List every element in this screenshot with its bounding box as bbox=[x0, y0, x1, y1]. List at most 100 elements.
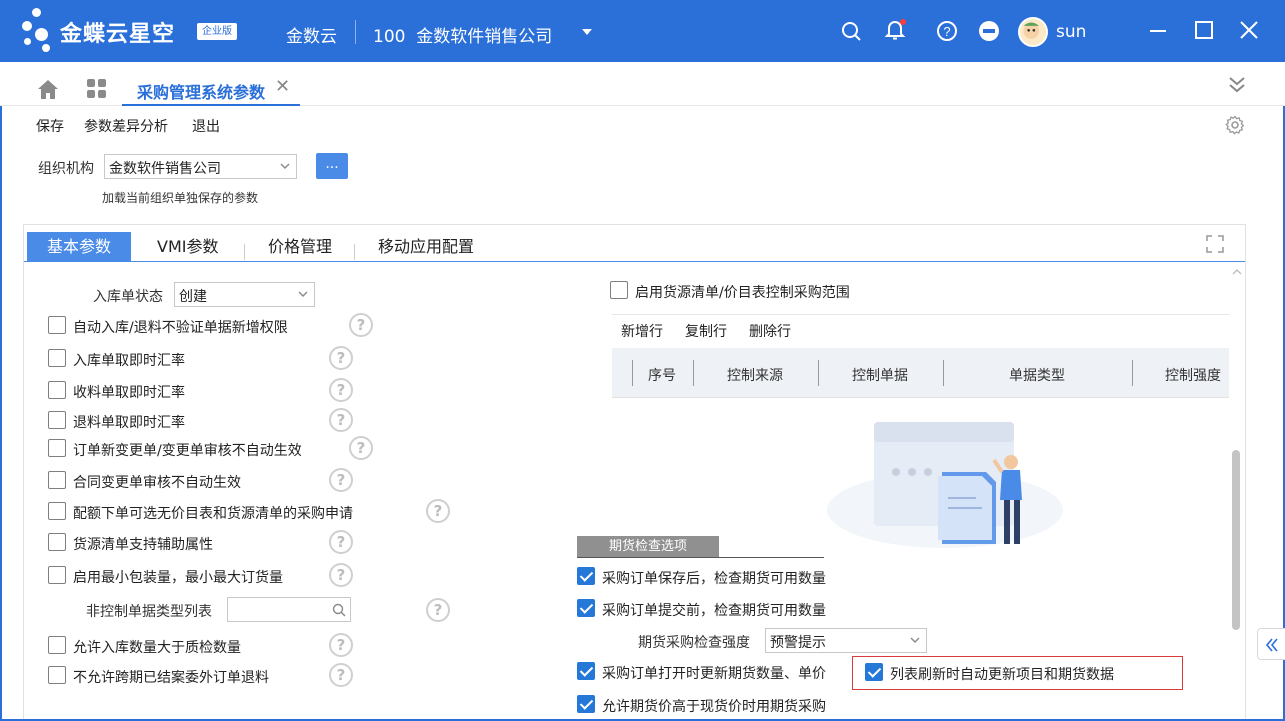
non-control-input[interactable] bbox=[227, 597, 351, 622]
exit-button[interactable]: 退出 bbox=[192, 116, 220, 136]
cloud-name[interactable]: 金数云 bbox=[286, 22, 337, 47]
help-icon[interactable]: ? bbox=[329, 633, 353, 657]
help-icon[interactable]: ? bbox=[329, 530, 353, 554]
option-refresh-on-open[interactable]: 采购订单打开时更新期货数量、单价 bbox=[577, 660, 847, 684]
option-min-pack[interactable]: 启用最小包装量，最小最大订货量 bbox=[48, 564, 328, 588]
checkbox[interactable] bbox=[48, 316, 66, 334]
checkbox[interactable] bbox=[577, 599, 595, 617]
search-icon[interactable] bbox=[840, 20, 862, 42]
checkbox[interactable] bbox=[48, 381, 66, 399]
checkbox[interactable] bbox=[48, 636, 66, 654]
option-futures-save[interactable]: 采购订单保存后，检查期货可用数量 bbox=[577, 565, 877, 589]
apps-grid-icon[interactable] bbox=[86, 78, 108, 100]
tab-divider bbox=[244, 244, 245, 260]
column-header[interactable]: 序号 bbox=[648, 365, 676, 385]
futures-strength-select[interactable]: 预警提示 bbox=[765, 628, 927, 653]
copy-row-button[interactable]: 复制行 bbox=[685, 321, 727, 341]
close-icon[interactable] bbox=[1237, 18, 1261, 42]
vertical-scrollbar[interactable] bbox=[1230, 266, 1244, 718]
option-return-rate[interactable]: 退料单取即时汇率 bbox=[48, 409, 328, 433]
tab-underline bbox=[24, 261, 1245, 262]
help-icon[interactable]: ? bbox=[426, 499, 450, 523]
help-icon[interactable]: ? bbox=[349, 436, 373, 460]
column-header[interactable]: 控制强度 bbox=[1165, 365, 1221, 385]
tab-purchase-params[interactable]: 采购管理系统参数 ✕ bbox=[122, 62, 300, 106]
option-source-control[interactable]: 启用货源清单/价目表控制采购范围 bbox=[610, 279, 910, 303]
org-select[interactable]: 金数软件销售公司 bbox=[104, 154, 297, 179]
brand-logo-icon bbox=[22, 8, 56, 54]
checkbox[interactable] bbox=[48, 471, 66, 489]
add-row-button[interactable]: 新增行 bbox=[621, 321, 663, 341]
option-list-refresh[interactable]: 列表刷新时自动更新项目和期货数据 bbox=[865, 661, 1165, 685]
option-label: 启用最小包装量，最小最大订货量 bbox=[73, 570, 283, 586]
tab-vmi-params[interactable]: VMI参数 bbox=[157, 232, 218, 262]
option-label: 不允许跨期已结案委外订单退料 bbox=[73, 670, 269, 686]
expand-icon[interactable] bbox=[1206, 235, 1224, 253]
double-chevron-down-icon[interactable] bbox=[1226, 74, 1248, 96]
column-divider bbox=[632, 360, 633, 386]
help-icon[interactable]: ? bbox=[349, 313, 373, 337]
bell-icon[interactable] bbox=[884, 18, 906, 40]
tab-mobile-config[interactable]: 移动应用配置 bbox=[378, 232, 474, 262]
stock-status-select[interactable]: 创建 bbox=[174, 282, 315, 307]
minus-circle-icon[interactable] bbox=[978, 20, 1000, 42]
chevron-down-icon[interactable] bbox=[582, 29, 592, 35]
checkbox[interactable] bbox=[48, 533, 66, 551]
option-quota-order[interactable]: 配额下单可选无价目表和货源清单的采购申请 bbox=[48, 500, 418, 524]
org-name: 金数软件销售公司 bbox=[416, 27, 553, 47]
option-receive-rate[interactable]: 收料单取即时汇率 bbox=[48, 379, 328, 403]
checkbox[interactable] bbox=[577, 567, 595, 585]
maximize-icon[interactable] bbox=[1192, 18, 1216, 42]
column-header[interactable]: 控制来源 bbox=[727, 365, 783, 385]
help-icon[interactable]: ? bbox=[426, 598, 450, 622]
help-icon[interactable]: ? bbox=[329, 346, 353, 370]
side-panel-toggle[interactable] bbox=[1257, 628, 1285, 660]
checkbox[interactable] bbox=[48, 439, 66, 457]
option-order-change[interactable]: 订单新变更单/变更单审核不自动生效 bbox=[48, 437, 348, 461]
search-icon[interactable] bbox=[332, 603, 346, 617]
double-chevron-left-icon bbox=[1265, 638, 1278, 652]
scroll-up-icon[interactable] bbox=[1231, 268, 1243, 276]
option-stock-rate[interactable]: 入库单取即时汇率 bbox=[48, 347, 328, 371]
tab-basic-params[interactable]: 基本参数 bbox=[27, 232, 131, 262]
save-button[interactable]: 保存 bbox=[36, 116, 64, 136]
help-icon[interactable]: ? bbox=[329, 408, 353, 432]
help-icon[interactable]: ? bbox=[329, 468, 353, 492]
option-source-aux[interactable]: 货源清单支持辅助属性 bbox=[48, 531, 328, 555]
user-name[interactable]: sun bbox=[1056, 22, 1086, 42]
delete-row-button[interactable]: 删除行 bbox=[749, 321, 791, 341]
gear-icon[interactable] bbox=[1225, 115, 1245, 135]
minimize-icon[interactable] bbox=[1146, 18, 1170, 42]
help-icon[interactable]: ? bbox=[329, 563, 353, 587]
scrollbar-thumb[interactable] bbox=[1232, 450, 1240, 630]
divider bbox=[612, 314, 1229, 315]
option-allow-higher-price[interactable]: 允许期货价高于现货价时用期货采购 bbox=[577, 693, 877, 717]
org-more-button[interactable]: ... bbox=[316, 153, 348, 179]
help-icon[interactable]: ? bbox=[936, 20, 958, 42]
checkbox[interactable] bbox=[48, 502, 66, 520]
option-auto-stock[interactable]: 自动入库/退料不验证单据新增权限 bbox=[48, 314, 348, 338]
option-no-cross-period[interactable]: 不允许跨期已结案委外订单退料 bbox=[48, 664, 328, 688]
column-header[interactable]: 单据类型 bbox=[1009, 365, 1065, 385]
checkbox[interactable] bbox=[577, 695, 595, 713]
close-tab-icon[interactable]: ✕ bbox=[275, 78, 290, 96]
checkbox[interactable] bbox=[48, 566, 66, 584]
checkbox[interactable] bbox=[48, 349, 66, 367]
param-diff-button[interactable]: 参数差异分析 bbox=[84, 116, 168, 136]
column-header[interactable]: 控制单据 bbox=[852, 365, 908, 385]
checkbox[interactable] bbox=[865, 663, 883, 681]
option-allow-qty[interactable]: 允许入库数量大于质检数量 bbox=[48, 634, 328, 658]
checkbox[interactable] bbox=[577, 662, 595, 680]
org-switcher[interactable]: 100 金数软件销售公司 bbox=[373, 22, 552, 47]
option-label: 收料单取即时汇率 bbox=[73, 385, 185, 401]
checkbox[interactable] bbox=[48, 666, 66, 684]
option-contract-change[interactable]: 合同变更单审核不自动生效 bbox=[48, 469, 328, 493]
checkbox[interactable] bbox=[610, 281, 628, 299]
help-icon[interactable]: ? bbox=[329, 663, 353, 687]
home-icon[interactable] bbox=[36, 78, 60, 100]
checkbox[interactable] bbox=[48, 411, 66, 429]
tab-price-management[interactable]: 价格管理 bbox=[268, 232, 332, 262]
option-futures-submit[interactable]: 采购订单提交前，检查期货可用数量 bbox=[577, 597, 877, 621]
help-icon[interactable]: ? bbox=[329, 378, 353, 402]
avatar[interactable] bbox=[1018, 17, 1048, 47]
